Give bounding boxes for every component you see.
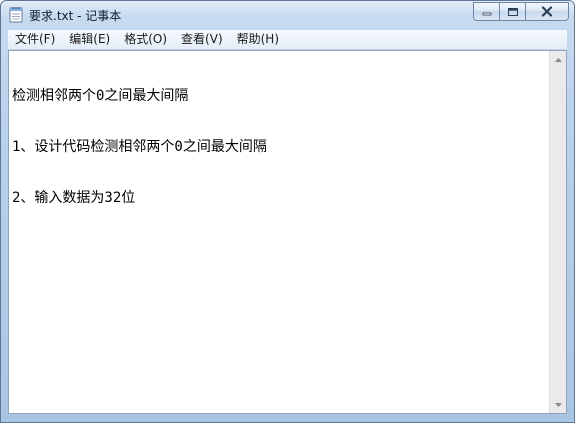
menu-help[interactable]: 帮助(H) xyxy=(230,30,286,49)
scroll-down-arrow-icon xyxy=(554,402,562,407)
text-line-2: 1、设计代码检测相邻两个0之间最大间隔 xyxy=(12,139,267,155)
caption-buttons xyxy=(473,2,569,21)
menu-edit[interactable]: 编辑(E) xyxy=(62,30,117,49)
notepad-icon xyxy=(9,7,23,23)
minimize-icon xyxy=(482,12,491,15)
maximize-button[interactable] xyxy=(499,2,525,21)
menu-bar: 文件(F) 编辑(E) 格式(O) 查看(V) 帮助(H) xyxy=(8,30,567,50)
text-line-3: 2、输入数据为32位 xyxy=(12,190,136,206)
close-button[interactable] xyxy=(525,2,569,21)
notepad-window: 要求.txt - 记事本 文件(F) 编辑(E) 格式(O) 查看(V) 帮助(… xyxy=(0,0,575,423)
maximize-icon xyxy=(507,7,518,16)
text-editor[interactable]: 检测相邻两个0之间最大间隔 1、设计代码检测相邻两个0之间最大间隔 2、输入数据… xyxy=(8,50,567,414)
menu-file[interactable]: 文件(F) xyxy=(8,30,62,49)
scroll-up-button[interactable] xyxy=(550,51,566,68)
close-icon xyxy=(541,6,553,17)
text-line-1: 检测相邻两个0之间最大间隔 xyxy=(12,88,189,104)
window-title: 要求.txt - 记事本 xyxy=(29,9,122,23)
menu-format[interactable]: 格式(O) xyxy=(117,30,174,49)
scroll-up-arrow-icon xyxy=(554,57,562,62)
title-bar[interactable]: 要求.txt - 记事本 xyxy=(1,1,574,29)
editor-content[interactable]: 检测相邻两个0之间最大间隔 1、设计代码检测相邻两个0之间最大间隔 2、输入数据… xyxy=(12,54,546,413)
menu-view[interactable]: 查看(V) xyxy=(174,30,230,49)
vertical-scrollbar[interactable] xyxy=(549,51,566,413)
scroll-down-button[interactable] xyxy=(550,396,566,413)
minimize-button[interactable] xyxy=(473,2,499,21)
